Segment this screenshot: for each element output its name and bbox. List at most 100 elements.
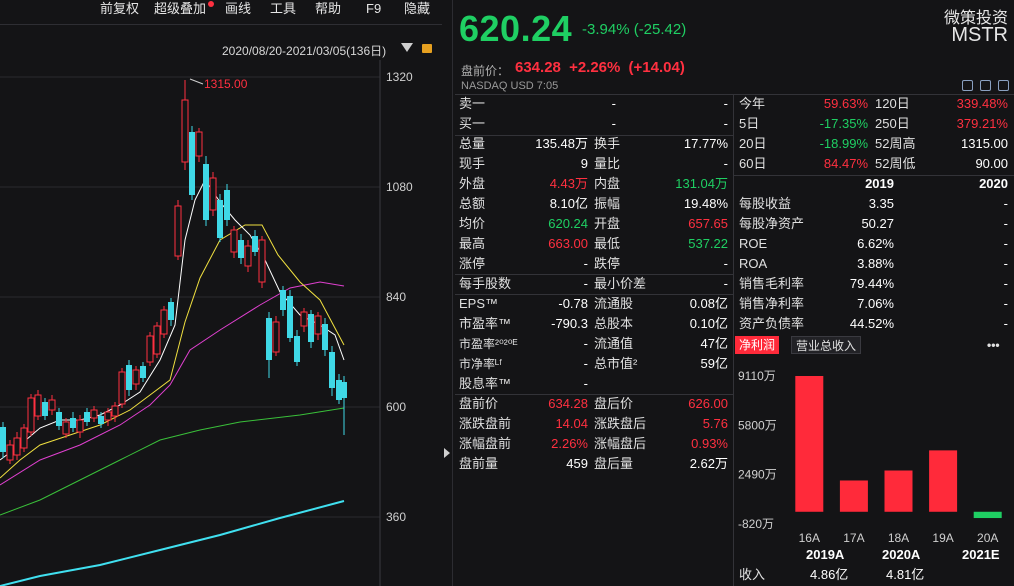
candle-body [266, 318, 272, 360]
stat-label: 盘后量 [594, 456, 634, 471]
menu-hide[interactable]: 隐藏 [404, 0, 430, 17]
candle-body [224, 190, 230, 220]
stat-value: 19.48% [683, 196, 728, 211]
stat-value: 634.28 [548, 396, 588, 411]
stat-label: 总额 [459, 196, 486, 211]
stat-label: 最低 [594, 236, 621, 251]
candlestick-chart[interactable]: 1320 1080 840 600 360 1315.00 [0, 60, 442, 586]
candle-body [322, 324, 328, 350]
stat-value: 620.24 [548, 216, 588, 231]
fundamental-label: 销售净利率 [739, 296, 805, 311]
candle-body [6, 444, 14, 461]
candle-body [84, 412, 90, 422]
fundamentals-year-2020: 2020 [979, 176, 1008, 191]
fundamental-value-2019: 3.35 [868, 196, 894, 211]
candle-body [62, 421, 70, 435]
period-label: 5日 [739, 116, 760, 131]
stat-label: 最小价差 [594, 276, 647, 291]
bar-category-label: 18A [888, 531, 909, 545]
stat-label: 涨幅盘后 [594, 436, 647, 451]
fundamental-value-2019: 6.62% [857, 236, 894, 251]
candle-body [280, 290, 286, 310]
stat-value: 0.08亿 [689, 296, 728, 311]
candle-body [132, 369, 140, 385]
profit-bar [795, 376, 824, 512]
ma-120-line [0, 407, 345, 516]
candle-body [48, 399, 56, 411]
stat-label: 开盘 [594, 216, 621, 231]
tab-net-profit[interactable]: 净利润 [735, 336, 780, 354]
bar-category-label: 20A [977, 531, 998, 545]
kline-chart-panel[interactable]: 前复权 超级叠加 画线 工具 帮助 F9 隐藏 2020/08/20-2021/… [0, 0, 442, 586]
more-icon[interactable]: ••• [983, 336, 1004, 354]
premarket-label: 盘前价： [461, 64, 510, 78]
stat-label: 内盘 [594, 176, 621, 191]
period-label: 52周高 [875, 136, 916, 151]
add-icon[interactable] [998, 80, 1009, 91]
stat-value: 9 [580, 156, 588, 171]
period-return: 59.63% [823, 96, 868, 111]
candle-body [27, 397, 35, 433]
stat-value: 0.93% [691, 436, 728, 451]
stat-label: 外盘 [459, 176, 486, 191]
collapse-toggle-icon[interactable] [444, 448, 450, 458]
candle-body [308, 314, 314, 342]
candle-body [140, 366, 146, 378]
menu-help[interactable]: 帮助 [315, 0, 341, 17]
edit-icon[interactable] [962, 80, 973, 91]
fundamental-label: 每股净资产 [739, 216, 805, 231]
candle-body [174, 205, 182, 257]
candle-body [0, 427, 6, 452]
menu-overlay[interactable]: 超级叠加 [154, 0, 206, 17]
stat-label: 量比 [594, 156, 621, 171]
fundamental-value-2019: 44.52% [849, 316, 894, 331]
menu-tools[interactable]: 工具 [270, 0, 296, 17]
orderbook-label: 买一 [459, 116, 486, 131]
candle-body [98, 416, 104, 424]
stat-label: 现手 [459, 156, 486, 171]
lock-icon[interactable] [422, 44, 432, 53]
stat-value: - [583, 356, 588, 371]
period-value: 379.21% [956, 116, 1008, 131]
y-axis-ticks: 1320 1080 840 600 360 [386, 70, 413, 524]
chart-menu-bar: 前复权 超级叠加 画线 工具 帮助 F9 隐藏 [0, 0, 442, 17]
stat-value: 5.76 [702, 416, 728, 431]
candle-body [70, 418, 76, 428]
candle-body [329, 352, 335, 388]
alert-icon[interactable] [980, 80, 991, 91]
candle-body [189, 132, 195, 195]
orderbook-label: 卖一 [459, 96, 486, 111]
candle-body [153, 325, 161, 355]
stat-value: 663.00 [548, 236, 588, 251]
stat-label: 总股本 [594, 316, 634, 331]
period-value: 339.48% [956, 96, 1008, 111]
candle-body [287, 296, 293, 338]
stat-value: 135.48万 [535, 136, 588, 151]
fundamental-label: 资产负债率 [739, 316, 805, 331]
premarket-change-abs: (+14.04) [628, 59, 685, 76]
stat-label: 涨跌盘后 [594, 416, 647, 431]
moving-averages [0, 179, 345, 586]
stat-value: 14.04 [555, 416, 588, 431]
candle-body [252, 236, 258, 252]
stat-value: 2.26% [551, 436, 588, 451]
menu-draw[interactable]: 画线 [225, 0, 251, 17]
candle-body [111, 405, 119, 417]
period-label: 52周低 [875, 156, 916, 171]
stat-value: - [723, 256, 728, 271]
fundamental-value-2020: - [1003, 216, 1008, 231]
orderbook-price: - [611, 116, 616, 131]
stat-value: 131.04万 [675, 176, 728, 191]
menu-qfq[interactable]: 前复权 [100, 0, 139, 17]
menu-f9[interactable]: F9 [366, 0, 381, 17]
bar-category-label: 17A [843, 531, 864, 545]
y-tick-label: 1080 [386, 180, 413, 194]
fundamental-value-2020: - [1003, 256, 1008, 271]
stat-label: 均价 [459, 216, 486, 231]
stat-label: 盘后价 [594, 396, 634, 411]
dropdown-icon[interactable] [401, 43, 413, 52]
tab-revenue[interactable]: 营业总收入 [791, 336, 862, 354]
candle-body [314, 315, 322, 335]
candle-body [126, 365, 132, 390]
candle-body [300, 311, 308, 327]
